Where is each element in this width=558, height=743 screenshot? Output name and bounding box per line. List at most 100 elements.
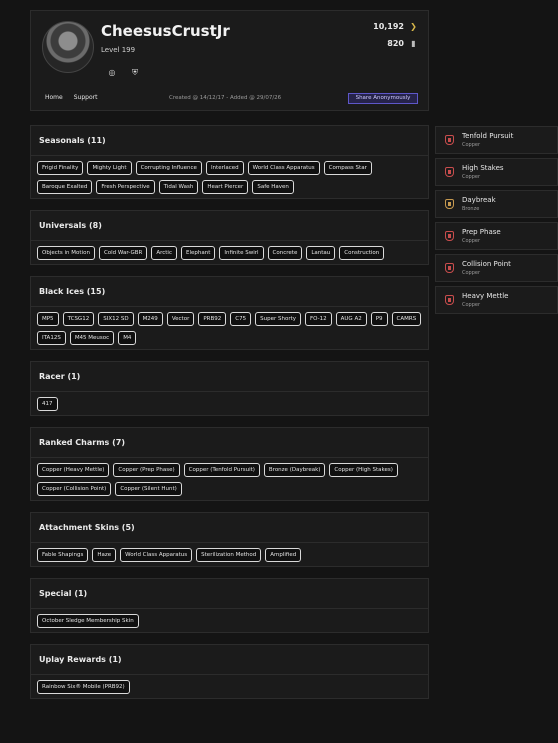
charm-item-collision-point[interactable]: Collision Point Copper	[435, 254, 558, 282]
item-chip[interactable]: Vector	[166, 312, 195, 326]
charm-name: Collision Point	[462, 260, 511, 268]
item-chip[interactable]: CAMRS	[391, 312, 422, 326]
renown-count: 10,192	[373, 22, 404, 31]
item-chip[interactable]: Haze	[92, 548, 117, 562]
item-chip[interactable]: October Sledge Membership Skin	[37, 614, 139, 628]
item-chip[interactable]: Elephant	[180, 246, 216, 260]
target-icon: ◎	[108, 68, 116, 77]
item-chip[interactable]: Tidal Wash	[158, 180, 199, 194]
chip-list: 417	[31, 392, 428, 415]
nav-support-link[interactable]: Support	[74, 94, 98, 101]
charm-badge-icon	[445, 199, 454, 209]
profile-card: CheesusCrustJr Level 199 ◎ ⛨ 10,192 ❯ 82…	[30, 10, 429, 111]
section-uplay-rewards: Uplay Rewards (1) Rainbow Six® Mobile (PR…	[30, 644, 429, 699]
item-chip[interactable]: Sterilization Method	[196, 548, 262, 562]
credits-count: 820	[387, 39, 404, 48]
charm-item-daybreak[interactable]: Daybreak Bronze	[435, 190, 558, 218]
chip-list: Frigid Finality Mighty Light Corrupting In…	[31, 156, 428, 198]
item-chip[interactable]: Mighty Light	[87, 161, 132, 175]
account-dates: Created @ 14/12/17 - Added @ 29/07/26	[169, 95, 282, 101]
charm-item-heavy-mettle[interactable]: Heavy Mettle Copper	[435, 286, 558, 314]
section-special: Special (1) October Sledge Membership Ski…	[30, 578, 429, 633]
item-chip[interactable]: Lantau	[306, 246, 336, 260]
item-chip[interactable]: Copper (Silent Hunt)	[115, 482, 182, 496]
item-chip[interactable]: Compass Star	[323, 161, 372, 175]
nav-home-link[interactable]: Home	[45, 94, 63, 101]
item-chip[interactable]: Baroque Exalted	[37, 180, 93, 194]
charm-badge-icon	[445, 263, 454, 273]
item-chip[interactable]: Infinite Swirl	[219, 246, 264, 260]
item-chip[interactable]: Bronze (Daybreak)	[263, 463, 326, 477]
item-chip[interactable]: AUG A2	[335, 312, 367, 326]
username: CheesusCrustJr	[101, 22, 230, 40]
item-chip[interactable]: Super Shorty	[255, 312, 301, 326]
section-title: Universals (8)	[31, 211, 428, 241]
charm-tier: Copper	[462, 142, 481, 148]
share-anonymously-button[interactable]: Share Anonymously	[348, 93, 418, 104]
section-black-ices: Black Ices (15) MP5 TCSG12 SIX12 SD M249 Vect…	[30, 276, 429, 350]
section-attachment-skins: Attachment Skins (5) Fable Shapings Haze Wo…	[30, 512, 429, 567]
item-chip[interactable]: Fresh Perspective	[96, 180, 155, 194]
item-chip[interactable]: M4	[118, 331, 137, 345]
item-chip[interactable]: Interlaced	[205, 161, 244, 175]
item-chip[interactable]: M45 Meusoc	[69, 331, 115, 345]
charm-badge-icon	[445, 231, 454, 241]
item-chip[interactable]: Safe Haven	[252, 180, 294, 194]
charm-badge-icon	[445, 295, 454, 305]
item-chip[interactable]: World Class Apparatus	[120, 548, 193, 562]
charm-tier: Copper	[462, 174, 481, 180]
item-chip[interactable]: M249	[137, 312, 163, 326]
item-chip[interactable]: TCSG12	[62, 312, 95, 326]
item-chip[interactable]: Copper (Tenfold Pursuit)	[183, 463, 260, 477]
item-chip[interactable]: ITA12S	[37, 331, 66, 345]
credits-icon: ▮	[411, 39, 416, 48]
item-chip[interactable]: P9	[370, 312, 388, 326]
item-chip[interactable]: C75	[230, 312, 252, 326]
item-chip[interactable]: SIX12 SD	[98, 312, 134, 326]
item-chip[interactable]: MP5	[37, 312, 59, 326]
item-chip[interactable]: Copper (Collision Point)	[37, 482, 112, 496]
section-title: Seasonals (11)	[31, 126, 428, 156]
item-chip[interactable]: Construction	[339, 246, 385, 260]
shield-icon: ⛨	[132, 68, 138, 77]
item-chip[interactable]: 417	[37, 397, 58, 411]
avatar[interactable]	[42, 21, 94, 73]
item-chip[interactable]: Copper (High Stakes)	[329, 463, 398, 477]
item-chip[interactable]: Fable Shapings	[37, 548, 89, 562]
item-chip[interactable]: World Class Apparatus	[247, 161, 320, 175]
charm-item-tenfold-pursuit[interactable]: Tenfold Pursuit Copper	[435, 126, 558, 154]
section-title: Black Ices (15)	[31, 277, 428, 307]
charm-name: Tenfold Pursuit	[462, 132, 514, 140]
section-ranked-charms: Ranked Charms (7) Copper (Heavy Mettle) Co…	[30, 427, 429, 501]
chip-list: Fable Shapings Haze World Class Apparatus S…	[31, 543, 428, 566]
item-chip[interactable]: Objects in Motion	[37, 246, 95, 260]
section-title: Uplay Rewards (1)	[31, 645, 428, 675]
charm-name: High Stakes	[462, 164, 504, 172]
item-chip[interactable]: Arctic	[151, 246, 177, 260]
charm-item-high-stakes[interactable]: High Stakes Copper	[435, 158, 558, 186]
chip-list: Copper (Heavy Mettle) Copper (Prep Phase)…	[31, 458, 428, 500]
charm-badge-icon	[445, 167, 454, 177]
item-chip[interactable]: Corrupting Influence	[135, 161, 202, 175]
item-chip[interactable]: Frigid Finality	[37, 161, 84, 175]
charm-name: Heavy Mettle	[462, 292, 509, 300]
item-chip[interactable]: FO-12	[305, 312, 332, 326]
section-title: Attachment Skins (5)	[31, 513, 428, 543]
item-chip[interactable]: PRB92	[198, 312, 227, 326]
item-chip[interactable]: Heart Piercer	[202, 180, 249, 194]
player-level: Level 199	[101, 46, 136, 54]
chip-list: Objects in Motion Cold War-GBR Arctic Eleph…	[31, 241, 428, 264]
renown-icon: ❯	[410, 22, 417, 31]
chip-list: October Sledge Membership Skin	[31, 609, 428, 632]
item-chip[interactable]: Copper (Heavy Mettle)	[37, 463, 110, 477]
item-chip[interactable]: Copper (Prep Phase)	[113, 463, 180, 477]
charm-item-prep-phase[interactable]: Prep Phase Copper	[435, 222, 558, 250]
item-chip[interactable]: Rainbow Six® Mobile (PRB92)	[37, 680, 130, 694]
item-chip[interactable]: Concrete	[267, 246, 303, 260]
section-title: Ranked Charms (7)	[31, 428, 428, 458]
item-chip[interactable]: Cold War-GBR	[98, 246, 148, 260]
charm-name: Daybreak	[462, 196, 496, 204]
section-universals: Universals (8) Objects in Motion Cold War-…	[30, 210, 429, 265]
charm-sidebar: Tenfold Pursuit Copper High Stakes Copper Da…	[435, 126, 558, 318]
item-chip[interactable]: Amplified	[265, 548, 302, 562]
